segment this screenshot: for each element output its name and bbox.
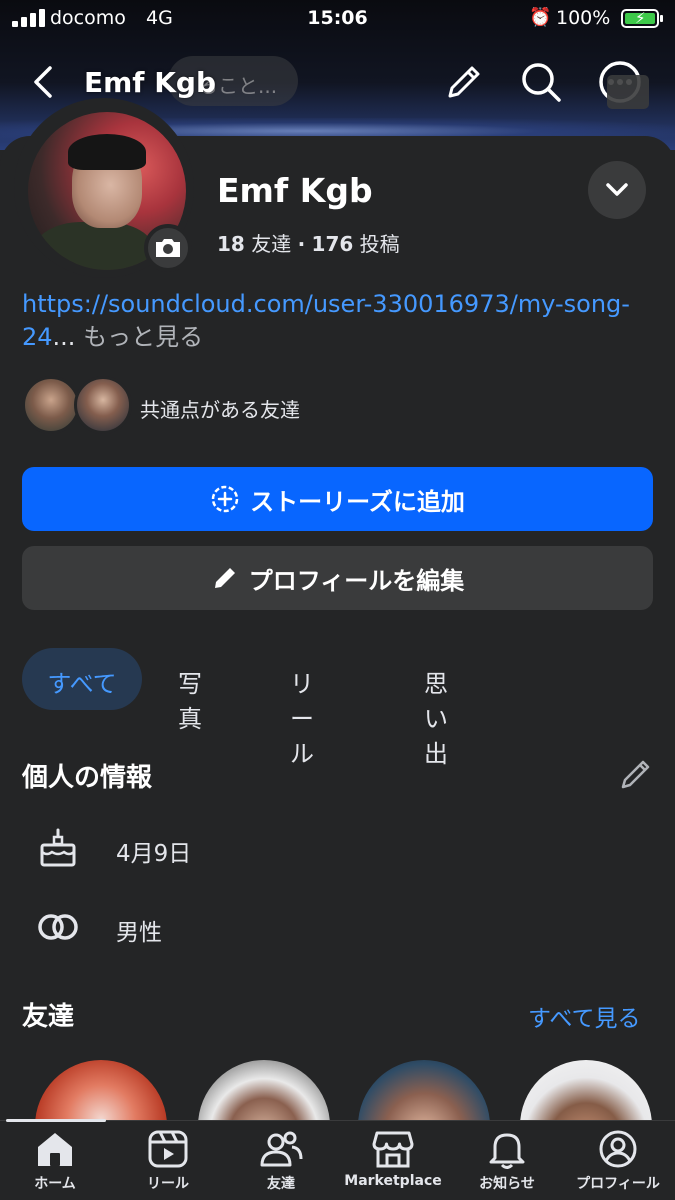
alarm-icon: ⏰ (529, 7, 552, 28)
friends-section-title: 友達 (22, 1002, 75, 1032)
profile-icon (599, 1130, 637, 1168)
tab-all[interactable]: すべて (22, 648, 142, 710)
tab-photos[interactable]: 写真 (178, 648, 202, 733)
add-circle-icon (211, 485, 239, 513)
chevron-left-icon (34, 66, 52, 98)
battery-icon: ⚡ (621, 9, 659, 28)
see-more-link[interactable]: もっと見る (83, 323, 203, 351)
battery-percent: 100% (556, 7, 611, 29)
marketplace-icon (372, 1131, 414, 1168)
profile-bio: https://soundcloud.com/user-330016973/my… (22, 288, 652, 354)
birthday-cake-icon (40, 828, 76, 867)
bio-ellipsis: ... (52, 323, 76, 351)
bottom-tab-bar: ホーム リール 友達 Marketplace お知らせ プロフィール (0, 1119, 675, 1200)
tab-notifications[interactable]: お知らせ (452, 1129, 562, 1193)
change-photo-button[interactable] (144, 224, 192, 272)
friends-icon (260, 1131, 303, 1167)
tab-label: お知らせ (479, 1176, 535, 1192)
overlay-square (607, 75, 649, 109)
tab-label: 友達 (267, 1176, 295, 1192)
tab-reels-nav[interactable]: リール (113, 1129, 223, 1193)
status-bar: docomo 4G 15:06 ⏰ 100% ⚡ (0, 0, 675, 38)
friends-count-label[interactable]: 友達 (251, 232, 291, 256)
pencil-icon (214, 568, 235, 588)
search-button[interactable] (519, 60, 563, 104)
bell-icon (489, 1133, 525, 1169)
gender-icon (38, 914, 78, 940)
pencil-icon (448, 66, 480, 98)
edit-profile-button[interactable]: プロフィールを編集 (22, 546, 653, 610)
header-title: Emf Kgb (84, 66, 217, 99)
pencil-outline-icon (621, 760, 650, 789)
mutual-friends-label[interactable]: 共通点がある友達 (140, 394, 300, 423)
profile-dropdown-button[interactable] (588, 161, 646, 219)
tab-marketplace[interactable]: Marketplace (338, 1129, 448, 1189)
posts-count: 176 (311, 232, 354, 256)
mutual-friend-avatar (74, 376, 132, 434)
profile-stats: 18 友達 · 176 投稿 (217, 228, 400, 257)
add-story-label: ストーリーズに追加 (250, 487, 465, 516)
camera-icon (156, 239, 180, 257)
edit-personal-info-button[interactable] (618, 756, 654, 792)
friends-count[interactable]: 18 (217, 232, 245, 256)
profile-panel (0, 136, 675, 1136)
birthday-value: 4月9日 (116, 841, 192, 867)
stats-separator: · (297, 232, 306, 256)
see-all-friends-link[interactable]: すべて見る (528, 999, 640, 1033)
tab-label: Marketplace (344, 1173, 442, 1189)
reels-icon (148, 1130, 188, 1168)
battery-nub (660, 15, 663, 22)
gender-value: 男性 (116, 920, 162, 946)
tab-label: プロフィール (576, 1176, 660, 1192)
personal-info-title: 個人の情報 (22, 763, 153, 793)
tab-profile[interactable]: プロフィール (563, 1129, 673, 1193)
chevron-down-icon (606, 183, 628, 196)
search-icon (522, 63, 561, 102)
add-story-button[interactable]: ストーリーズに追加 (22, 467, 653, 531)
back-button[interactable] (26, 62, 66, 102)
tab-friends-nav[interactable]: 友達 (226, 1129, 336, 1193)
tab-label: ホーム (34, 1176, 76, 1192)
active-tab-indicator (6, 1119, 106, 1122)
home-icon (38, 1133, 72, 1166)
edit-button[interactable] (442, 60, 486, 104)
profile-name: Emf Kgb (217, 171, 373, 210)
tab-label: リール (147, 1176, 189, 1192)
tab-memories[interactable]: 思い出 (424, 648, 448, 768)
tab-reels[interactable]: リール (290, 648, 314, 768)
mutual-friend-avatar (22, 376, 80, 434)
tab-home[interactable]: ホーム (0, 1129, 110, 1193)
edit-profile-label: プロフィールを編集 (248, 566, 465, 595)
posts-count-label: 投稿 (359, 232, 400, 256)
